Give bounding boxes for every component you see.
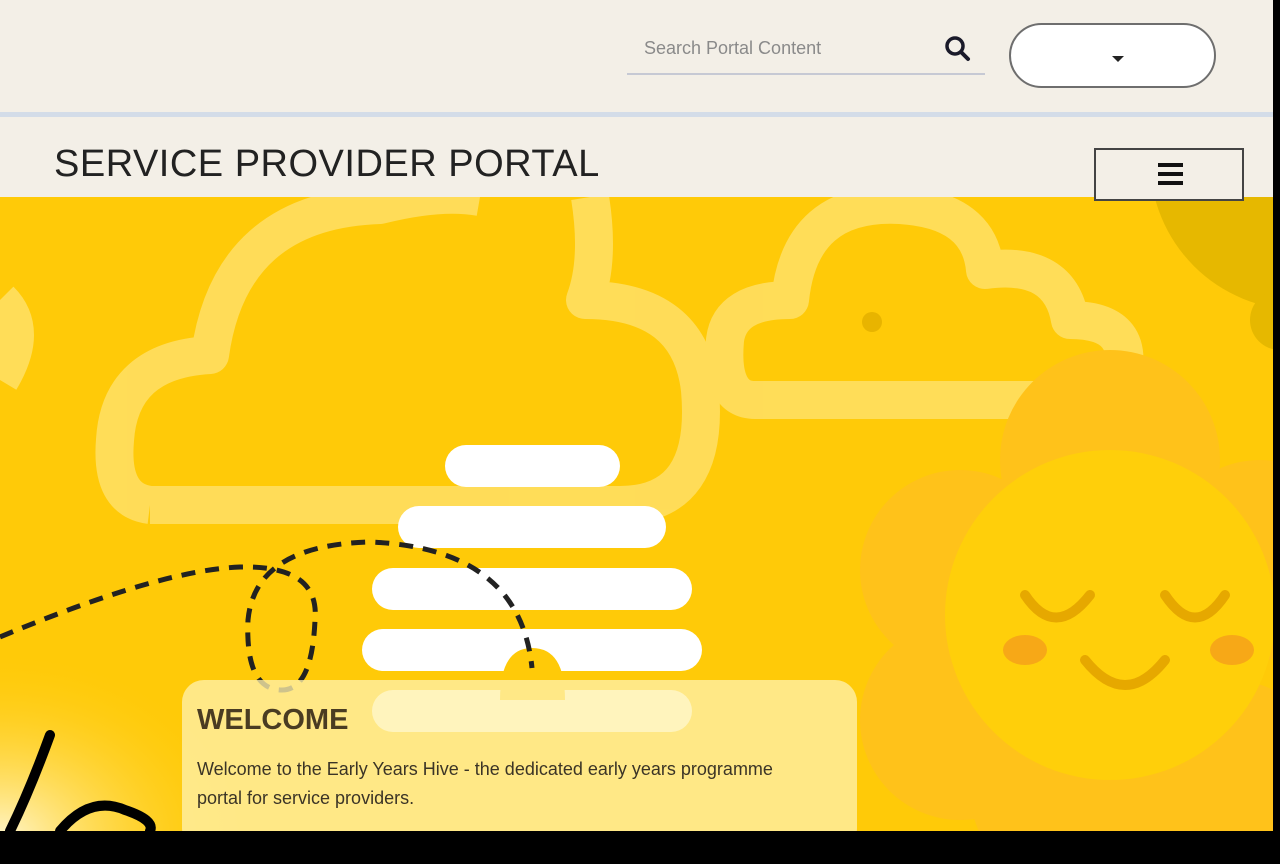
- language-selector-button[interactable]: [1009, 23, 1216, 88]
- hamburger-menu-icon: [1158, 163, 1183, 190]
- menu-toggle-button[interactable]: [1094, 148, 1244, 201]
- caret-down-icon: [1112, 56, 1124, 62]
- welcome-card: WELCOME Welcome to the Early Years Hive …: [182, 680, 857, 831]
- page-title: SERVICE PROVIDER PORTAL: [54, 143, 600, 185]
- search-icon[interactable]: [943, 34, 973, 64]
- page: SERVICE PROVIDER PORTAL: [0, 0, 1273, 831]
- search-box: [627, 26, 985, 75]
- welcome-title: WELCOME: [197, 704, 349, 736]
- search-input[interactable]: [627, 26, 944, 71]
- utility-bar: [0, 0, 1273, 112]
- site-header: SERVICE PROVIDER PORTAL: [0, 117, 1273, 201]
- welcome-text: Welcome to the Early Years Hive - the de…: [197, 759, 773, 808]
